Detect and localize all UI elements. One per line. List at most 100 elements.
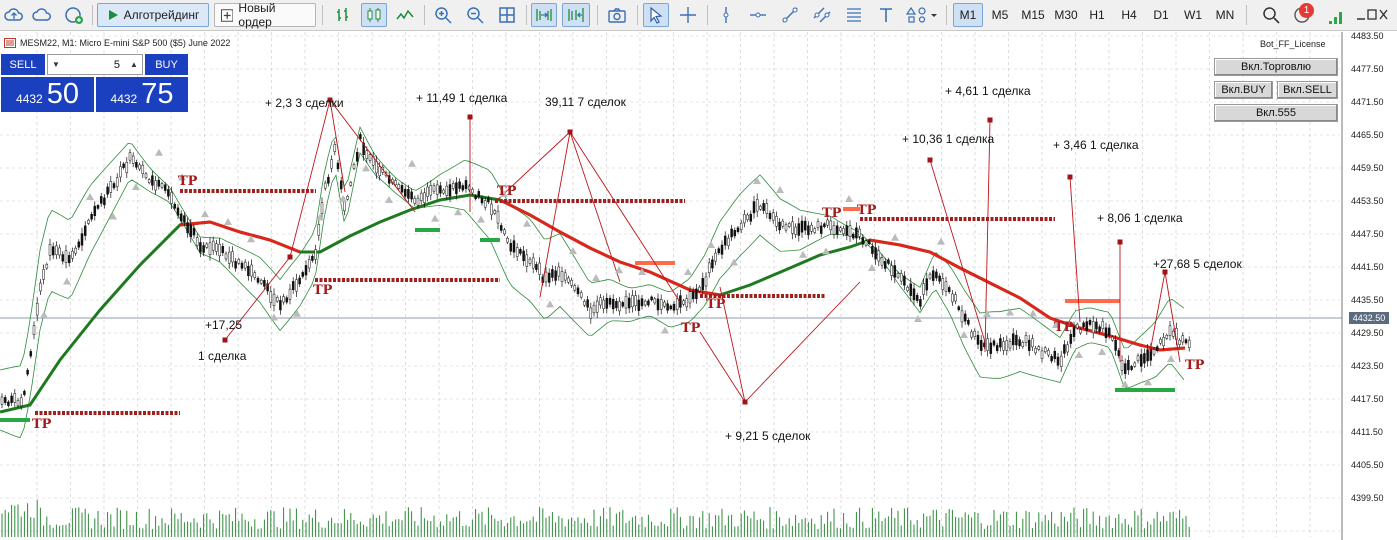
trade-line [699,331,746,403]
candle-body [186,222,189,233]
candle-body [704,276,708,287]
candle-body [877,250,881,262]
candle-body [637,299,641,311]
signal-arrow [707,241,715,248]
price-chart[interactable] [0,32,1397,540]
bid-price-button[interactable]: 4432 50 [1,77,94,112]
add-symbol-icon[interactable] [62,3,86,27]
profit-annotation: + 10,36 1 сделка [902,132,995,146]
candle-body [583,301,586,306]
candle-body [938,275,941,282]
line-chart-icon[interactable] [392,3,418,27]
candle-body [176,207,180,216]
enable-buy-button[interactable]: Вкл.BUY [1214,81,1273,99]
search-icon[interactable] [1258,3,1284,27]
timeframe-d1[interactable]: D1 [1146,3,1176,27]
trend-line-icon[interactable] [778,3,802,27]
candle-body [970,331,973,338]
timeframe-m30[interactable]: M30 [1050,3,1082,27]
chart-shift-icon[interactable] [562,3,590,27]
chart-canvas[interactable] [0,32,1397,540]
candle-body [83,225,87,236]
timeframe-w1[interactable]: W1 [1178,3,1208,27]
price-axis-label: 4441.50 [1351,262,1384,272]
candle-body [170,192,173,204]
ask-price-prefix: 4432 [110,92,138,106]
candle-body [237,259,241,264]
candle-body [547,272,551,283]
candle-body [762,203,765,211]
crosshair-icon[interactable] [676,3,700,27]
candle-body [493,210,497,214]
candle-body [813,228,817,233]
enable-sell-button[interactable]: Вкл.SELL [1277,81,1338,99]
candle-body [1018,339,1021,347]
cursor-icon[interactable] [643,3,669,27]
timeframe-h1[interactable]: H1 [1082,3,1112,27]
candle-body [775,216,778,227]
cloud-upload-icon[interactable] [2,3,26,27]
signal-arrow [546,300,554,308]
vertical-line-icon[interactable] [714,3,738,27]
text-icon[interactable] [874,3,898,27]
timeframe-m1[interactable]: M1 [953,3,983,27]
price-axis-label: 4417.50 [1351,394,1384,404]
buy-button[interactable]: BUY [145,54,188,75]
new-order-button[interactable]: Новый ордер [214,1,316,29]
volume-up-icon[interactable]: ▲ [126,60,142,69]
sell-button[interactable]: SELL [1,54,45,75]
candle-body [711,259,714,269]
candle-body [67,255,71,264]
channel-icon[interactable] [810,3,834,27]
trade-point [987,117,993,123]
timeframe-mn[interactable]: MN [1210,3,1240,27]
candle-body [787,223,791,227]
volume-down-icon[interactable]: ▼ [48,60,64,69]
candle-body [800,220,804,233]
plus-icon [221,8,234,22]
candle-body [477,191,481,197]
candle-body [208,242,212,255]
volume-stepper[interactable]: ▼ 5 ▲ [47,54,143,75]
bid-price-prefix: 4432 [16,92,43,106]
candle-body [202,245,205,253]
timeframe-m15[interactable]: M15 [1017,3,1049,27]
profit-annotation: + 8,06 1 сделка [1097,211,1183,225]
signal-arrow [822,247,830,255]
candle-body [903,275,906,286]
candle-body [954,294,957,302]
horizontal-line-icon[interactable] [746,3,770,27]
signal-arrow [845,195,853,202]
candle-body [1002,341,1005,351]
candle-body [512,240,516,253]
candle-body [29,351,33,357]
candle-body [957,306,961,311]
zoom-in-icon[interactable] [431,3,455,27]
fibonacci-icon[interactable] [842,3,866,27]
grid-icon[interactable] [495,3,519,27]
timeframe-h4[interactable]: H4 [1114,3,1144,27]
volume-value[interactable]: 5 [64,59,126,71]
shapes-dropdown-icon[interactable] [904,3,940,27]
candlestick-icon[interactable] [361,3,387,27]
candle-body [288,288,292,300]
signal-icon[interactable] [1323,3,1347,27]
auto-scroll-icon[interactable] [531,3,557,27]
algo-trading-button[interactable]: Алготрейдинг [97,3,209,27]
main-toolbar: Алготрейдинг Новый ордер M1 M5 M15 M30 H… [0,0,1397,31]
enable-trading-button[interactable]: Вкл.Торговлю [1214,58,1338,76]
candle-body [848,225,852,237]
enable-555-button[interactable]: Вкл.555 [1214,104,1338,122]
candle-body [999,338,1002,348]
timeframe-m5[interactable]: M5 [985,3,1015,27]
cloud-icon[interactable] [30,3,56,27]
chart-menu-icon[interactable] [4,38,16,48]
candle-body [874,247,877,260]
zoom-out-icon[interactable] [463,3,487,27]
candle-body [781,220,785,227]
window-menu-icon[interactable] [1352,3,1392,27]
bar-chart-icon[interactable] [330,3,356,27]
screenshot-icon[interactable] [604,3,630,27]
ask-price-button[interactable]: 4432 75 [96,77,188,112]
candle-body [807,225,810,236]
